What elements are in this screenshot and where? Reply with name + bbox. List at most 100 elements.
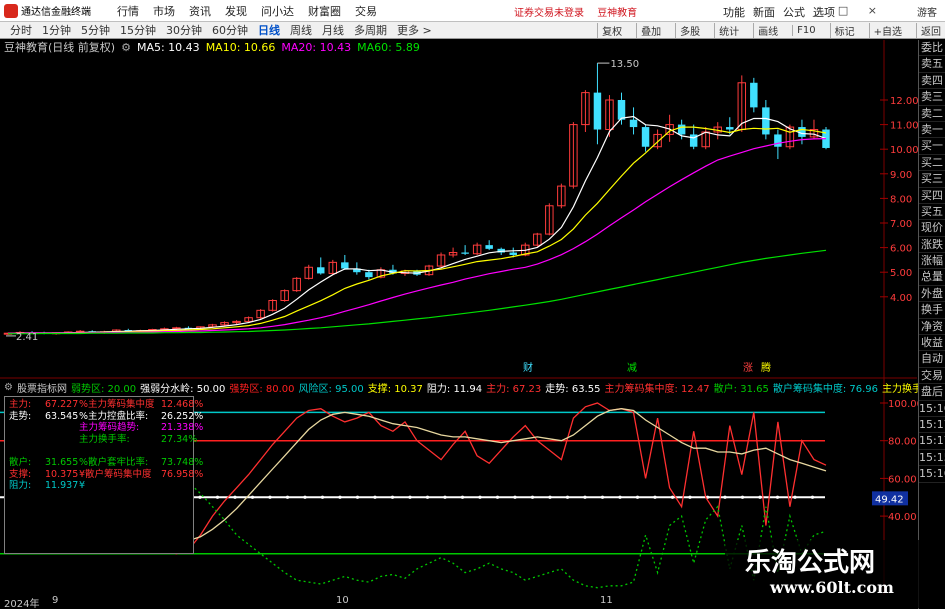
ma-lines	[7, 115, 827, 335]
indicator-name[interactable]: 股票指标网	[17, 380, 67, 395]
indicator-axis: 100.0080.0060.0040.0049.42	[872, 399, 923, 523]
main-concentration-label: 主力筹码集中度: 12.47	[604, 383, 710, 395]
price-tick-label: 4.00	[890, 293, 912, 304]
price-tick-label: 5.00	[890, 268, 912, 279]
price-tick-label: 6.00	[890, 244, 912, 255]
retail-concentration-label: 散户筹码集中度: 76.96	[772, 383, 879, 395]
candle-down	[774, 134, 782, 147]
sidebar-item[interactable]: 盘后	[919, 384, 945, 401]
price-tick-label: 11.00	[890, 121, 919, 132]
sidebar-item[interactable]: 卖四	[919, 73, 945, 90]
watershed-dot	[793, 495, 797, 499]
popup-row: 散户: 31.655 %散户套牢比率: 73.748%	[9, 456, 204, 468]
sidebar-item[interactable]: 自动	[919, 351, 945, 368]
event-tag: 财	[523, 361, 533, 374]
popup-row: 主力换手率: 27.34%	[79, 433, 198, 445]
watershed-dot	[303, 495, 307, 499]
sidebar-item[interactable]: 净资	[919, 319, 945, 336]
watershed-dot	[355, 495, 360, 499]
indicator-settings-icon[interactable]: ⚙	[4, 382, 13, 393]
popup-row: 支撑: 10.375 ¥散户筹码集中度 76.958%	[9, 468, 204, 480]
candle-down	[593, 92, 602, 130]
sidebar-item[interactable]: 买二	[919, 155, 945, 172]
watermark-title: 乐淘公式网	[745, 548, 876, 578]
watershed-dot	[285, 495, 290, 499]
watershed-dot	[670, 495, 675, 499]
watershed-dot	[478, 495, 482, 499]
low-label: 2.41	[16, 332, 38, 343]
event-tag: 腾	[761, 361, 771, 374]
sidebar-item[interactable]: 涨跌	[919, 237, 945, 254]
weak-zone-label: 弱势区: 20.00	[70, 383, 137, 395]
sidebar-item[interactable]: 收益	[919, 335, 945, 352]
indicator-tick-label: 60.00	[888, 474, 917, 485]
date-label-oct: 10	[336, 595, 349, 606]
quote-sidebar: 委比 卖五 卖四 卖三 卖二 卖一 买一 买二 买三 买四 买五 现价 涨跌 涨…	[918, 40, 945, 609]
sidebar-item[interactable]: 委比	[919, 40, 945, 57]
date-label-sep: 9	[52, 595, 59, 606]
candle-down	[629, 119, 638, 128]
sidebar-item[interactable]: 买四	[919, 188, 945, 204]
candle-down	[341, 262, 349, 269]
sidebar-item[interactable]: 买三	[919, 171, 945, 188]
watershed-label: 强弱分水岭: 50.00	[140, 383, 226, 395]
indicator-header: ⚙ 股票指标网 弱势区: 20.00 强弱分水岭: 50.00 强势区: 80.…	[0, 380, 918, 395]
watershed-dot	[723, 495, 727, 499]
price-tick-label: 8.00	[890, 194, 912, 205]
candles	[3, 63, 830, 335]
watershed-dot	[565, 495, 570, 499]
watershed-dot	[373, 495, 377, 499]
trend-label: 走势: 63.55	[545, 383, 601, 395]
strong-zone-label: 强势区: 80.00	[229, 383, 295, 395]
watershed-dot	[618, 495, 622, 499]
sidebar-item[interactable]: 买一	[919, 138, 945, 155]
candle-down	[461, 252, 469, 254]
sidebar-item[interactable]: 总量	[919, 269, 945, 286]
ma-line-ma20	[8, 138, 827, 334]
indicator-tick-label: 40.00	[888, 512, 917, 523]
watershed-dot	[548, 495, 552, 499]
watershed-dot	[320, 495, 325, 499]
event-tag: 减	[627, 362, 637, 374]
sidebar-item[interactable]: 卖二	[919, 106, 945, 122]
date-label-year: 2024年	[4, 599, 40, 609]
high-label: 13.50	[610, 59, 639, 70]
candle-down	[726, 127, 734, 130]
sidebar-item[interactable]: 交易	[919, 368, 945, 385]
tdx-terminal-window: 通达信金融终端 行情 市场 资讯 发现 问小达 财富圈 交易 证券交易未登录 豆…	[0, 0, 945, 609]
watershed-dot	[810, 495, 815, 499]
watershed-dot	[390, 495, 395, 499]
ma-line-ma5	[7, 115, 827, 334]
sidebar-item[interactable]: 卖一	[919, 122, 945, 139]
watershed-dot	[530, 495, 535, 499]
watershed-dot	[653, 495, 657, 499]
retail-label: 散户: 31.65	[713, 383, 769, 395]
watershed-dot	[198, 495, 202, 499]
candle-down	[762, 107, 770, 135]
watershed-dot	[758, 495, 762, 499]
watershed-dot	[268, 495, 272, 499]
sidebar-item[interactable]: 买五	[919, 204, 945, 221]
watermark-url: www.60lt.com	[770, 578, 894, 597]
candle-down	[641, 127, 650, 147]
watershed-dot	[408, 495, 412, 499]
event-tag: 涨	[743, 362, 753, 374]
sidebar-item[interactable]: 换手	[919, 302, 945, 319]
sidebar-item: 15:15	[919, 450, 945, 467]
sidebar-item[interactable]: 卖五	[919, 56, 945, 73]
sidebar-item[interactable]: 现价	[919, 220, 945, 237]
sidebar-item[interactable]: 卖三	[919, 89, 945, 106]
watershed-dot	[250, 495, 255, 499]
watershed-dot	[443, 495, 447, 499]
indicator-tick-label: 80.00	[888, 437, 917, 448]
price-tick-label: 9.00	[890, 170, 912, 181]
main-force-label: 主力: 67.23	[486, 383, 542, 395]
candle-down	[317, 267, 325, 274]
sidebar-item[interactable]: 外盘	[919, 286, 945, 303]
watershed-dot	[688, 495, 692, 499]
ma-line-ma10	[7, 126, 827, 334]
popup-row: 阻力: 11.937 ¥	[9, 480, 86, 492]
sidebar-item[interactable]: 涨幅	[919, 253, 945, 270]
indicator-info-popup: 主力: 67.227 %主力筹码集中度 12.468% 走势: 63.545 %主力控盘比…	[4, 396, 204, 554]
candle-down	[617, 100, 626, 120]
